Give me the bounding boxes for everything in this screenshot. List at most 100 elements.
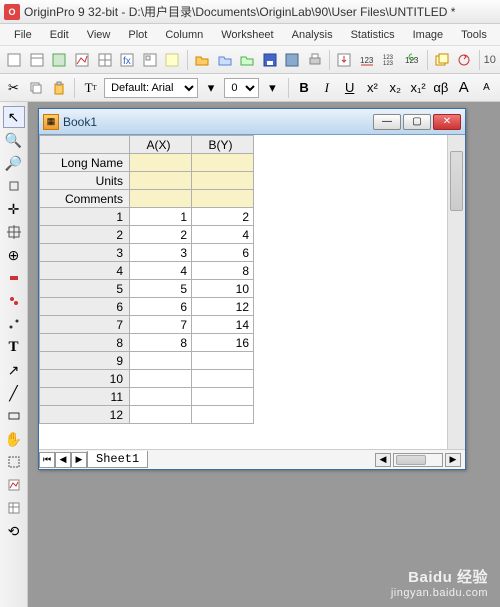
cut-icon[interactable]: ✂: [4, 77, 23, 99]
row-header[interactable]: 4: [40, 262, 130, 280]
meta-longname[interactable]: Long Name: [40, 154, 130, 172]
row-header[interactable]: 10: [40, 370, 130, 388]
mask-tool-icon[interactable]: [3, 290, 25, 312]
row-header[interactable]: 9: [40, 352, 130, 370]
line-tool-icon[interactable]: ╱: [3, 382, 25, 404]
row-header[interactable]: 1: [40, 208, 130, 226]
vertical-scrollbar[interactable]: [447, 135, 465, 449]
increase-font-button[interactable]: A: [454, 77, 473, 99]
cell[interactable]: [192, 172, 254, 190]
cell[interactable]: 2: [192, 208, 254, 226]
import-single-icon[interactable]: 123: [357, 49, 378, 71]
data-reader-icon[interactable]: ⊕: [3, 244, 25, 266]
row-header[interactable]: 5: [40, 280, 130, 298]
new-project-icon[interactable]: [4, 49, 25, 71]
row-header[interactable]: 7: [40, 316, 130, 334]
cell[interactable]: [130, 172, 192, 190]
menu-plot[interactable]: Plot: [120, 27, 155, 43]
row-header[interactable]: 8: [40, 334, 130, 352]
new-function-icon[interactable]: fx: [117, 49, 138, 71]
menu-worksheet[interactable]: Worksheet: [213, 27, 281, 43]
scroll-right-icon[interactable]: ▶: [445, 453, 461, 467]
decrease-font-button[interactable]: A: [477, 77, 496, 99]
arrow-tool-icon[interactable]: ↗: [3, 359, 25, 381]
new-layout-icon[interactable]: [140, 49, 161, 71]
cell[interactable]: 10: [192, 280, 254, 298]
zoom-out-icon[interactable]: 🔎: [3, 152, 25, 174]
menu-analysis[interactable]: Analysis: [284, 27, 341, 43]
cell[interactable]: 7: [130, 316, 192, 334]
fontsize-select[interactable]: 0: [224, 78, 259, 98]
cell[interactable]: 8: [130, 334, 192, 352]
workbook-titlebar[interactable]: ▦ Book1 — ▢ ✕: [39, 109, 465, 135]
data-grid[interactable]: A(X) B(Y) Long Name Units Comments 112 2…: [39, 135, 254, 424]
scroll-left-icon[interactable]: ◀: [375, 453, 391, 467]
cell[interactable]: 6: [192, 244, 254, 262]
maximize-button[interactable]: ▢: [403, 114, 431, 130]
cell[interactable]: 1: [130, 208, 192, 226]
menu-tools[interactable]: Tools: [453, 27, 495, 43]
paste-icon[interactable]: [50, 77, 69, 99]
rescale-icon[interactable]: [3, 175, 25, 197]
cell[interactable]: [192, 154, 254, 172]
cell[interactable]: [130, 352, 192, 370]
worksheet[interactable]: A(X) B(Y) Long Name Units Comments 112 2…: [39, 135, 447, 449]
new-graph-icon[interactable]: [72, 49, 93, 71]
cell[interactable]: [192, 370, 254, 388]
cell[interactable]: 4: [192, 226, 254, 244]
scroll-thumb[interactable]: [396, 455, 426, 465]
underline-button[interactable]: U: [340, 77, 359, 99]
insert-graph-icon[interactable]: [3, 474, 25, 496]
superscript-button[interactable]: x²: [363, 77, 382, 99]
data-selector-icon[interactable]: [3, 267, 25, 289]
region-tool-icon[interactable]: [3, 451, 25, 473]
import-multi-icon[interactable]: 123123: [379, 49, 400, 71]
meta-comments[interactable]: Comments: [40, 190, 130, 208]
cell[interactable]: 3: [130, 244, 192, 262]
open-excel-icon[interactable]: [237, 49, 258, 71]
corner-cell[interactable]: [40, 136, 130, 154]
open-template-icon[interactable]: [214, 49, 235, 71]
cell[interactable]: [130, 406, 192, 424]
cell[interactable]: [192, 352, 254, 370]
cell[interactable]: 6: [130, 298, 192, 316]
open-icon[interactable]: [192, 49, 213, 71]
new-workbook-icon[interactable]: [27, 49, 48, 71]
recalc-icon[interactable]: [454, 49, 475, 71]
tab-next-icon[interactable]: ▶: [71, 452, 87, 468]
subscript-button[interactable]: x₂: [386, 77, 405, 99]
sheet-tab[interactable]: Sheet1: [87, 451, 148, 468]
row-header[interactable]: 2: [40, 226, 130, 244]
close-button[interactable]: ✕: [433, 114, 461, 130]
pointer-tool-icon[interactable]: ↖: [3, 106, 25, 128]
font-dropdown-icon[interactable]: ▾: [202, 77, 221, 99]
col-header-b[interactable]: B(Y): [192, 136, 254, 154]
minimize-button[interactable]: —: [373, 114, 401, 130]
new-matrix-icon[interactable]: [94, 49, 115, 71]
greek-button[interactable]: αβ: [431, 77, 450, 99]
reader-tool-icon[interactable]: ✛: [3, 198, 25, 220]
cell[interactable]: 5: [130, 280, 192, 298]
insert-worksheet-icon[interactable]: [3, 497, 25, 519]
row-header[interactable]: 12: [40, 406, 130, 424]
new-notes-icon[interactable]: [162, 49, 183, 71]
row-header[interactable]: 11: [40, 388, 130, 406]
supsub-button[interactable]: x₁²: [409, 77, 428, 99]
fontsize-dropdown-icon[interactable]: ▾: [263, 77, 282, 99]
new-excel-icon[interactable]: [49, 49, 70, 71]
cell[interactable]: 2: [130, 226, 192, 244]
cell[interactable]: [130, 388, 192, 406]
cell[interactable]: 4: [130, 262, 192, 280]
menu-statistics[interactable]: Statistics: [343, 27, 403, 43]
col-header-a[interactable]: A(X): [130, 136, 192, 154]
meta-units[interactable]: Units: [40, 172, 130, 190]
tab-prev-icon[interactable]: ◀: [55, 452, 71, 468]
zoom-in-icon[interactable]: 🔍: [3, 129, 25, 151]
cell[interactable]: [130, 154, 192, 172]
save-icon[interactable]: [259, 49, 280, 71]
horizontal-scrollbar[interactable]: ◀ ▶: [375, 453, 461, 467]
pan-tool-icon[interactable]: ✋: [3, 428, 25, 450]
tab-first-icon[interactable]: ⏮: [39, 452, 55, 468]
cell[interactable]: [192, 190, 254, 208]
print-icon[interactable]: [305, 49, 326, 71]
